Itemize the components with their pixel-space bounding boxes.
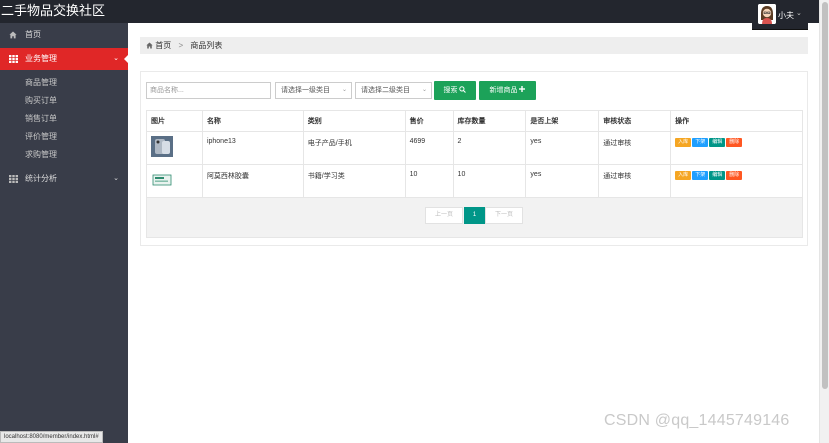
sidebar-item-home[interactable]: 首页 <box>0 24 128 46</box>
breadcrumb-current: 商品列表 <box>190 41 223 50</box>
chevron-down-icon: ⌄ <box>796 10 802 17</box>
stock-in-button[interactable]: 入库 <box>675 138 692 147</box>
sidebar-subitem-sales-orders[interactable]: 销售订单 <box>25 113 57 125</box>
app-title: 二手物品交换社区 <box>1 3 106 18</box>
next-page-button[interactable]: 下一页 <box>485 207 523 224</box>
row-actions: 入库 下架 编辑 删除 <box>670 131 803 165</box>
column-header: 名称 <box>201 110 304 132</box>
breadcrumb-separator: > <box>178 41 184 50</box>
chevron-down-icon: ⌄ <box>341 87 347 93</box>
column-header: 图片 <box>146 110 203 132</box>
sidebar-subitem-reviews[interactable]: 评价管理 <box>25 131 57 143</box>
scrollbar-thumb[interactable] <box>822 2 828 389</box>
sidebar-item-stats[interactable]: 统计分析 ⌄ <box>0 168 128 190</box>
home-icon <box>9 24 17 46</box>
goods-image[interactable] <box>151 169 173 190</box>
delete-button[interactable]: 删除 <box>726 171 743 180</box>
search-button[interactable]: 搜索 <box>434 81 476 100</box>
goods-name: 阿莫西林胶囊 <box>201 164 304 198</box>
top-header: 二手物品交换社区 <box>0 0 819 23</box>
add-goods-button-label: 新增商品 <box>489 87 518 94</box>
goods-audit-status: 通过审核 <box>598 131 672 165</box>
off-shelf-button[interactable]: 下架 <box>692 171 709 180</box>
sidebar-item-business[interactable]: 业务管理 ⌄ <box>0 48 129 70</box>
sidebar-item-label: 统计分析 <box>25 174 57 183</box>
goods-on-shelf: yes <box>525 164 600 198</box>
avatar <box>758 4 776 24</box>
sidebar: 首页 业务管理 ⌄ 商品管理 购买订单 销售订单 评价管理 求购管理 统计分析 … <box>0 23 129 443</box>
goods-audit-status: 通过审核 <box>598 164 672 198</box>
goods-price: 4699 <box>404 131 454 165</box>
goods-name-input[interactable]: 商品名称... <box>146 82 271 99</box>
category1-select-value: 请选择一级类目 <box>281 87 330 94</box>
column-header: 售价 <box>404 110 454 132</box>
column-header: 库存数量 <box>452 110 527 132</box>
vertical-scrollbar[interactable] <box>819 0 829 443</box>
sidebar-subitem-wanted[interactable]: 求购管理 <box>25 149 57 161</box>
column-header: 类别 <box>302 110 406 132</box>
row-actions: 入库 下架 编辑 删除 <box>670 164 803 198</box>
category2-select[interactable]: 请选择二级类目 ⌄ <box>355 82 432 99</box>
user-name: 小夫 <box>778 11 794 20</box>
goods-table: 图片 名称 类别 售价 库存数量 是否上架 审核状态 操作 iphone13 电… <box>146 110 803 198</box>
goods-on-shelf: yes <box>525 131 600 165</box>
table-row: iphone13 电子产品/手机 4699 2 yes 通过审核 入库 下架 编辑删… <box>146 131 803 165</box>
active-indicator <box>124 54 129 64</box>
off-shelf-button[interactable]: 下架 <box>692 138 709 147</box>
browser-status-url: localhost:8080/member/index.html# <box>0 431 103 443</box>
goods-image[interactable] <box>151 136 173 157</box>
sidebar-subitem-purchase-orders[interactable]: 购买订单 <box>25 95 57 107</box>
category2-select-value: 请选择二级类目 <box>361 87 410 94</box>
table-row: 阿莫西林胶囊 书籍/学习类 10 10 yes 通过审核 入库 下架 编辑 删除 <box>146 164 803 198</box>
grid-icon <box>9 48 18 70</box>
goods-name: iphone13 <box>201 131 304 165</box>
delete-button[interactable]: 删除 <box>726 138 743 147</box>
column-header: 审核状态 <box>598 110 672 132</box>
goods-category: 电子产品/手机 <box>302 131 406 165</box>
goods-image-cell <box>146 164 203 198</box>
goods-price: 10 <box>404 164 454 198</box>
prev-page-button[interactable]: 上一页 <box>425 207 463 224</box>
breadcrumb-home[interactable]: 首页 <box>155 41 171 50</box>
goods-category: 书籍/学习类 <box>302 164 406 198</box>
edit-button[interactable]: 编辑 <box>709 171 726 180</box>
stock-in-button[interactable]: 入库 <box>675 171 692 180</box>
home-icon <box>146 41 155 50</box>
watermark: CSDN @qq_1445749146 <box>604 412 790 429</box>
grid-icon <box>9 168 18 190</box>
user-menu[interactable]: 小夫 ⌄ <box>752 0 808 30</box>
add-goods-button[interactable]: 新增商品 <box>479 81 536 100</box>
page-1-button[interactable]: 1 <box>464 207 485 224</box>
chevron-down-icon: ⌄ <box>421 87 427 93</box>
goods-image-cell <box>146 131 203 165</box>
edit-button[interactable]: 编辑 <box>709 138 726 147</box>
chevron-down-icon: ⌄ <box>113 55 119 62</box>
category1-select[interactable]: 请选择一级类目 ⌄ <box>275 82 352 99</box>
search-icon <box>459 86 467 94</box>
column-header: 操作 <box>670 110 803 132</box>
goods-stock: 2 <box>452 131 527 165</box>
sidebar-subitem-goods[interactable]: 商品管理 <box>25 77 57 89</box>
table-header-row: 图片 名称 类别 售价 库存数量 是否上架 审核状态 操作 <box>146 110 803 132</box>
search-button-label: 搜索 <box>443 87 458 94</box>
sidebar-item-label: 首页 <box>25 30 41 39</box>
breadcrumb: 首页 > 商品列表 <box>140 37 808 54</box>
plus-icon <box>519 86 526 94</box>
sidebar-item-label: 业务管理 <box>25 54 57 63</box>
chevron-down-icon: ⌄ <box>113 175 119 182</box>
column-header: 是否上架 <box>525 110 600 132</box>
goods-stock: 10 <box>452 164 527 198</box>
